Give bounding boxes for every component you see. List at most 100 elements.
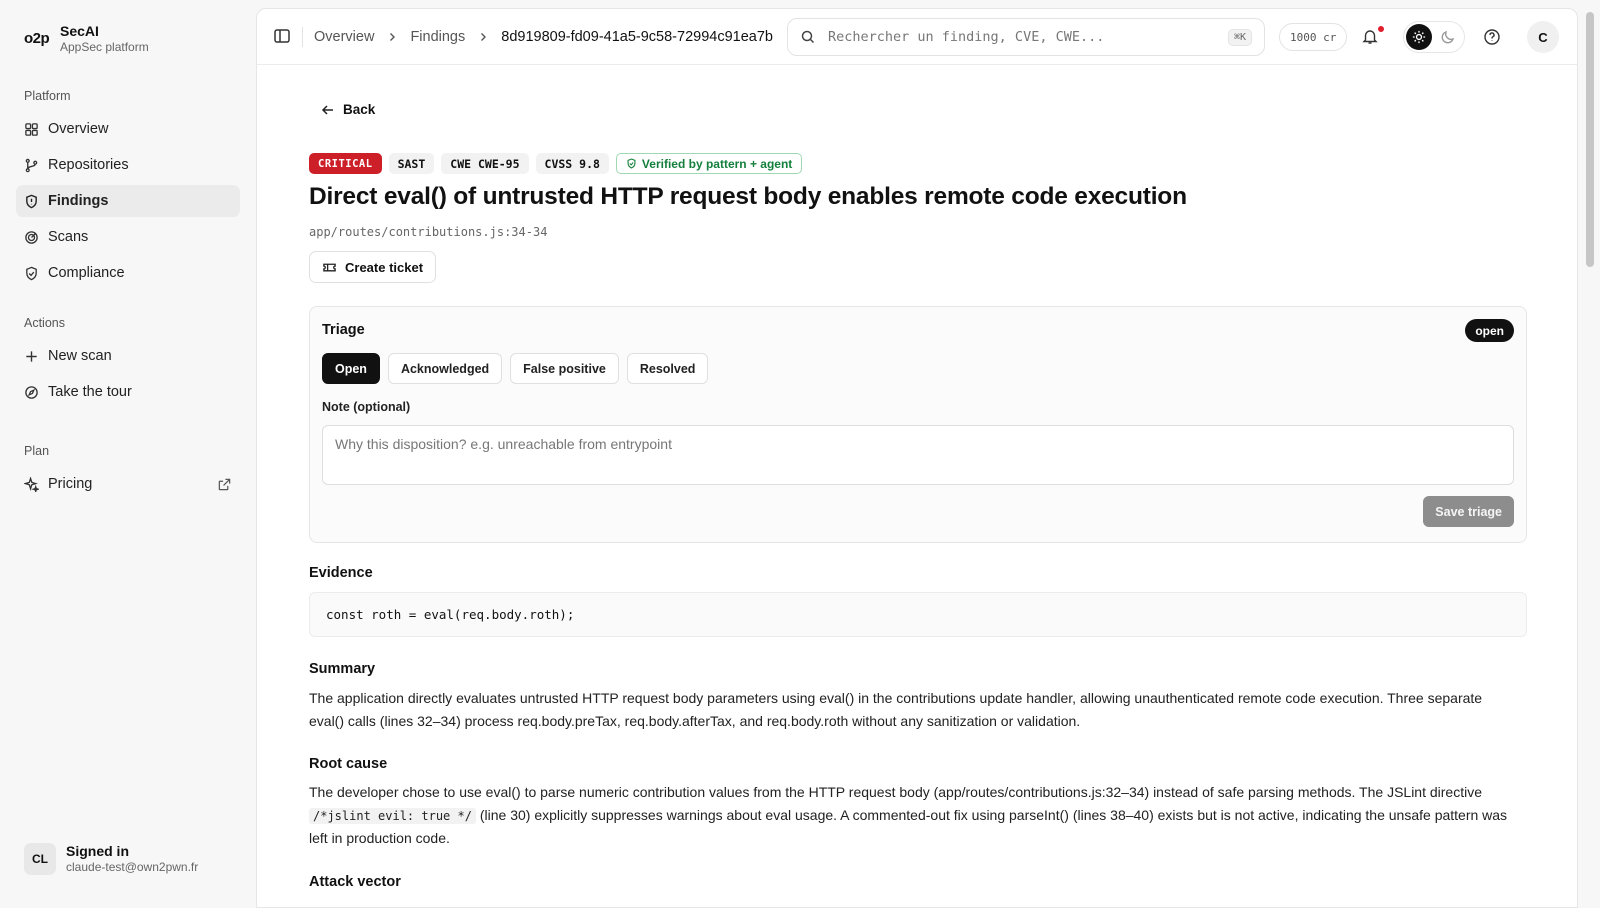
sidebar-item-label: Findings	[48, 193, 109, 209]
nav-platform: Platform Overview Repositories Findings …	[16, 85, 240, 293]
nav-section-title: Platform	[24, 89, 71, 103]
save-triage-button[interactable]: Save triage	[1423, 496, 1514, 527]
page-title: Direct eval() of untrusted HTTP request …	[309, 183, 1187, 210]
brand-logo: o2p	[24, 30, 50, 47]
nav-actions: Actions New scan Take the tour	[16, 312, 240, 412]
sidebar-item-take-the-tour[interactable]: Take the tour	[16, 376, 240, 408]
credits-badge[interactable]: 1000 cr	[1279, 23, 1348, 51]
root-cause-text-start: The developer chose to use eval() to par…	[309, 784, 1482, 800]
root-cause-text-end: (line 30) explicitly suppresses warnings…	[309, 806, 1508, 847]
nav-section-title: Plan	[24, 444, 50, 458]
create-ticket-label: Create ticket	[345, 259, 424, 275]
account-avatar[interactable]: C	[1527, 21, 1559, 53]
compass-icon	[25, 385, 38, 399]
git-branch-icon	[25, 158, 38, 172]
triage-panel: Triage open Open Acknowledged False posi…	[309, 306, 1527, 543]
note-label: Note (optional)	[322, 400, 411, 414]
breadcrumb-current: 8d919809-fd09-41a5-9c58-72994c91ea7b	[501, 29, 773, 45]
sidebar-item-label: Compliance	[48, 265, 125, 281]
nav-plan: Plan Pricing	[16, 440, 240, 504]
type-badge: SAST	[388, 153, 435, 174]
breadcrumb: Overview Findings 8d919809-fd09-41a5-9c5…	[314, 9, 773, 65]
sidebar-item-repositories[interactable]: Repositories	[16, 149, 240, 181]
theme-toggle[interactable]	[1403, 21, 1465, 53]
breadcrumb-overview[interactable]: Overview	[314, 29, 374, 45]
verified-badge: Verified by pattern + agent	[615, 153, 803, 174]
brand-name: SecAI	[60, 23, 99, 39]
plus-icon	[26, 350, 37, 362]
user-profile[interactable]: CL Signed in claude-test@own2pwn.fr	[24, 843, 198, 875]
shield-icon	[26, 194, 37, 208]
back-button[interactable]: Back	[321, 102, 375, 117]
sidebar-item-scans[interactable]: Scans	[16, 221, 240, 253]
sidebar-item-pricing[interactable]: Pricing	[16, 468, 240, 500]
sidebar-item-label: Pricing	[48, 476, 93, 492]
finding-location: app/routes/contributions.js:34-34	[309, 225, 548, 239]
help-icon[interactable]	[1483, 28, 1501, 46]
cwe-badge: CWE CWE-95	[441, 153, 529, 174]
avatar: CL	[24, 843, 56, 875]
nav-section-title: Actions	[24, 316, 65, 330]
summary-text: The application directly evaluates untru…	[309, 690, 1483, 729]
sidebar-item-new-scan[interactable]: New scan	[16, 340, 240, 372]
evidence-code: const roth = eval(req.body.roth);	[326, 607, 575, 622]
user-email: claude-test@own2pwn.fr	[66, 860, 199, 874]
sidebar-item-label: Scans	[48, 229, 89, 245]
triage-acknowledged-button[interactable]: Acknowledged	[387, 353, 503, 384]
main-panel: Overview Findings 8d919809-fd09-41a5-9c5…	[256, 8, 1578, 908]
summary-heading: Summary	[309, 661, 376, 677]
sidebar-item-overview[interactable]: Overview	[16, 113, 240, 145]
grid-icon	[25, 122, 38, 136]
verified-label: Verified by pattern + agent	[641, 156, 793, 171]
triage-options: Open Acknowledged False positive Resolve…	[322, 353, 709, 384]
triage-resolved-button[interactable]: Resolved	[626, 353, 709, 384]
severity-badge: CRITICAL	[309, 153, 382, 174]
external-link-icon	[218, 478, 231, 490]
sidebar-item-label: New scan	[48, 348, 112, 364]
root-cause-text: The developer chose to use eval() to par…	[309, 781, 1519, 850]
note-field[interactable]	[322, 425, 1514, 485]
sun-icon[interactable]	[1406, 24, 1432, 50]
create-ticket-button[interactable]: Create ticket	[309, 251, 437, 283]
shield-check-icon	[627, 158, 636, 169]
search-shortcut: ⌘K	[1227, 28, 1252, 46]
bell-icon[interactable]	[1361, 27, 1379, 45]
search-input[interactable]	[828, 29, 1216, 45]
search-box[interactable]: ⌘K	[787, 18, 1265, 56]
root-cause-heading: Root cause	[309, 756, 388, 772]
brand-subtitle: AppSec platform	[60, 40, 149, 54]
ticket-icon	[323, 263, 336, 271]
evidence-heading: Evidence	[309, 565, 373, 581]
chevron-right-icon	[390, 33, 396, 41]
cvss-badge: CVSS 9.8	[535, 153, 609, 174]
status-badge: open	[1465, 319, 1514, 342]
sparkle-icon	[24, 476, 39, 492]
radar-icon	[25, 230, 38, 244]
attack-vector-heading: Attack vector	[309, 874, 401, 890]
chevron-right-icon	[481, 33, 487, 41]
inline-code: /*jslint evil: true */	[309, 807, 476, 824]
shield-check-icon	[26, 266, 37, 280]
user-status: Signed in	[66, 843, 129, 859]
sidebar-item-compliance[interactable]: Compliance	[16, 257, 240, 289]
brand[interactable]: o2p SecAI AppSec platform	[24, 22, 149, 55]
search-icon	[801, 30, 815, 44]
back-label: Back	[343, 102, 376, 117]
sidebar-toggle-icon[interactable]	[273, 27, 291, 45]
sidebar-item-label: Overview	[48, 121, 109, 137]
breadcrumb-findings[interactable]: Findings	[410, 29, 465, 45]
arrow-left-icon	[321, 104, 333, 115]
sidebar-item-findings[interactable]: Findings	[16, 185, 240, 217]
sidebar-item-label: Take the tour	[48, 384, 132, 400]
moon-icon[interactable]	[1440, 29, 1456, 45]
triage-false-positive-button[interactable]: False positive	[510, 353, 619, 384]
finding-badges: CRITICAL SAST CWE CWE-95 CVSS 9.8 Verifi…	[309, 153, 803, 174]
sidebar-item-label: Repositories	[48, 157, 129, 173]
sidebar: o2p SecAI AppSec platform Platform Overv…	[0, 0, 256, 900]
notification-dot	[1378, 26, 1384, 32]
divider	[302, 27, 303, 47]
evidence-code-block: const roth = eval(req.body.roth);	[309, 592, 1527, 637]
triage-open-button[interactable]: Open	[322, 353, 380, 384]
topbar: Overview Findings 8d919809-fd09-41a5-9c5…	[257, 9, 1577, 65]
scrollbar[interactable]	[1586, 12, 1594, 267]
